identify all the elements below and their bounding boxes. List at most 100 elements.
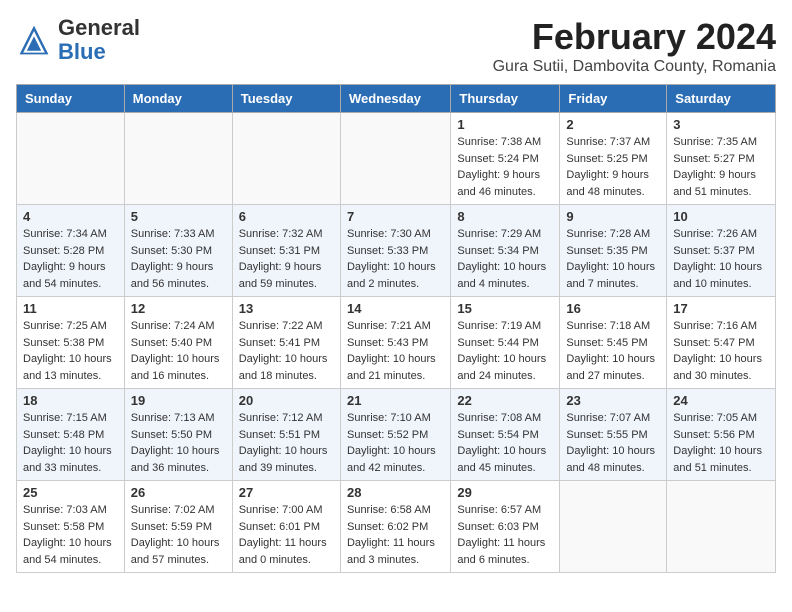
weekday-header-tuesday: Tuesday	[232, 85, 340, 113]
calendar-week-row: 4 Sunrise: 7:34 AM Sunset: 5:28 PM Daylig…	[17, 205, 776, 297]
day-number: 21	[347, 393, 444, 408]
day-info: Sunrise: 7:03 AM Sunset: 5:58 PM Dayligh…	[23, 502, 118, 568]
logo-text: General Blue	[58, 16, 140, 64]
day-cell: 25 Sunrise: 7:03 AM Sunset: 5:58 PM Dayli…	[17, 481, 125, 573]
day-number: 23	[566, 393, 660, 408]
day-number: 7	[347, 209, 444, 224]
day-info: Sunrise: 7:25 AM Sunset: 5:38 PM Dayligh…	[23, 318, 118, 384]
day-info: Sunrise: 7:10 AM Sunset: 5:52 PM Dayligh…	[347, 410, 444, 476]
day-number: 22	[457, 393, 553, 408]
day-number: 17	[673, 301, 769, 316]
day-info: Sunrise: 7:24 AM Sunset: 5:40 PM Dayligh…	[131, 318, 226, 384]
day-number: 15	[457, 301, 553, 316]
day-number: 9	[566, 209, 660, 224]
day-info: Sunrise: 7:05 AM Sunset: 5:56 PM Dayligh…	[673, 410, 769, 476]
calendar-week-row: 18Sunrise: 7:15 AM Sunset: 5:48 PM Dayli…	[17, 389, 776, 481]
day-info: Sunrise: 7:08 AM Sunset: 5:54 PM Dayligh…	[457, 410, 553, 476]
day-cell: 7 Sunrise: 7:30 AM Sunset: 5:33 PM Daylig…	[340, 205, 450, 297]
day-info: Sunrise: 7:13 AM Sunset: 5:50 PM Dayligh…	[131, 410, 226, 476]
day-cell: 11 Sunrise: 7:25 AM Sunset: 5:38 PM Dayli…	[17, 297, 125, 389]
day-number: 6	[239, 209, 334, 224]
logo-blue: Blue	[58, 39, 106, 64]
day-number: 5	[131, 209, 226, 224]
day-cell: 12 Sunrise: 7:24 AM Sunset: 5:40 PM Dayli…	[124, 297, 232, 389]
empty-cell	[124, 113, 232, 205]
day-info: Sunrise: 7:28 AM Sunset: 5:35 PM Dayligh…	[566, 226, 660, 292]
calendar-week-row: 1Sunrise: 7:38 AM Sunset: 5:24 PM Daylig…	[17, 113, 776, 205]
day-info: Sunrise: 7:37 AM Sunset: 5:25 PM Dayligh…	[566, 134, 660, 200]
day-number: 11	[23, 301, 118, 316]
day-number: 4	[23, 209, 118, 224]
calendar-week-row: 11 Sunrise: 7:25 AM Sunset: 5:38 PM Dayli…	[17, 297, 776, 389]
empty-cell	[340, 113, 450, 205]
day-cell: 1Sunrise: 7:38 AM Sunset: 5:24 PM Daylig…	[451, 113, 560, 205]
day-info: Sunrise: 7:26 AM Sunset: 5:37 PM Dayligh…	[673, 226, 769, 292]
day-cell: 9 Sunrise: 7:28 AM Sunset: 5:35 PM Daylig…	[560, 205, 667, 297]
day-info: Sunrise: 7:32 AM Sunset: 5:31 PM Dayligh…	[239, 226, 334, 292]
logo-general: General	[58, 15, 140, 40]
day-info: Sunrise: 7:07 AM Sunset: 5:55 PM Dayligh…	[566, 410, 660, 476]
day-info: Sunrise: 7:35 AM Sunset: 5:27 PM Dayligh…	[673, 134, 769, 200]
day-info: Sunrise: 7:30 AM Sunset: 5:33 PM Dayligh…	[347, 226, 444, 292]
calendar-week-row: 25 Sunrise: 7:03 AM Sunset: 5:58 PM Dayli…	[17, 481, 776, 573]
day-info: Sunrise: 7:12 AM Sunset: 5:51 PM Dayligh…	[239, 410, 334, 476]
day-number: 8	[457, 209, 553, 224]
day-number: 27	[239, 485, 334, 500]
day-cell: 27 Sunrise: 7:00 AM Sunset: 6:01 PM Dayli…	[232, 481, 340, 573]
empty-cell	[667, 481, 776, 573]
day-cell: 22 Sunrise: 7:08 AM Sunset: 5:54 PM Dayli…	[451, 389, 560, 481]
day-cell: 3 Sunrise: 7:35 AM Sunset: 5:27 PM Daylig…	[667, 113, 776, 205]
day-number: 25	[23, 485, 118, 500]
day-number: 29	[457, 485, 553, 500]
day-info: Sunrise: 7:16 AM Sunset: 5:47 PM Dayligh…	[673, 318, 769, 384]
day-info: Sunrise: 6:58 AM Sunset: 6:02 PM Dayligh…	[347, 502, 444, 568]
logo-icon	[16, 22, 52, 58]
location-title: Gura Sutii, Dambovita County, Romania	[493, 58, 776, 76]
calendar-table: SundayMondayTuesdayWednesdayThursdayFrid…	[16, 84, 776, 573]
day-cell: 17 Sunrise: 7:16 AM Sunset: 5:47 PM Dayli…	[667, 297, 776, 389]
day-cell: 18Sunrise: 7:15 AM Sunset: 5:48 PM Dayli…	[17, 389, 125, 481]
day-number: 28	[347, 485, 444, 500]
day-info: Sunrise: 7:02 AM Sunset: 5:59 PM Dayligh…	[131, 502, 226, 568]
day-info: Sunrise: 6:57 AM Sunset: 6:03 PM Dayligh…	[457, 502, 553, 568]
day-cell: 2 Sunrise: 7:37 AM Sunset: 5:25 PM Daylig…	[560, 113, 667, 205]
day-cell: 26Sunrise: 7:02 AM Sunset: 5:59 PM Dayli…	[124, 481, 232, 573]
day-info: Sunrise: 7:00 AM Sunset: 6:01 PM Dayligh…	[239, 502, 334, 568]
weekday-header-monday: Monday	[124, 85, 232, 113]
day-number: 2	[566, 117, 660, 132]
logo: General Blue	[16, 16, 140, 64]
day-cell: 20 Sunrise: 7:12 AM Sunset: 5:51 PM Dayli…	[232, 389, 340, 481]
day-cell: 6 Sunrise: 7:32 AM Sunset: 5:31 PM Daylig…	[232, 205, 340, 297]
day-info: Sunrise: 7:22 AM Sunset: 5:41 PM Dayligh…	[239, 318, 334, 384]
day-info: Sunrise: 7:33 AM Sunset: 5:30 PM Dayligh…	[131, 226, 226, 292]
day-cell: 24 Sunrise: 7:05 AM Sunset: 5:56 PM Dayli…	[667, 389, 776, 481]
day-cell: 29 Sunrise: 6:57 AM Sunset: 6:03 PM Dayli…	[451, 481, 560, 573]
day-info: Sunrise: 7:18 AM Sunset: 5:45 PM Dayligh…	[566, 318, 660, 384]
day-cell: 28 Sunrise: 6:58 AM Sunset: 6:02 PM Dayli…	[340, 481, 450, 573]
day-number: 19	[131, 393, 226, 408]
title-area: February 2024 Gura Sutii, Dambovita Coun…	[493, 16, 776, 76]
day-number: 1	[457, 117, 553, 132]
page-header: General Blue February 2024 Gura Sutii, D…	[16, 16, 776, 76]
day-number: 24	[673, 393, 769, 408]
day-number: 14	[347, 301, 444, 316]
day-info: Sunrise: 7:34 AM Sunset: 5:28 PM Dayligh…	[23, 226, 118, 292]
day-number: 20	[239, 393, 334, 408]
day-info: Sunrise: 7:15 AM Sunset: 5:48 PM Dayligh…	[23, 410, 118, 476]
weekday-header-row: SundayMondayTuesdayWednesdayThursdayFrid…	[17, 85, 776, 113]
empty-cell	[17, 113, 125, 205]
day-cell: 19 Sunrise: 7:13 AM Sunset: 5:50 PM Dayli…	[124, 389, 232, 481]
day-info: Sunrise: 7:29 AM Sunset: 5:34 PM Dayligh…	[457, 226, 553, 292]
weekday-header-thursday: Thursday	[451, 85, 560, 113]
day-cell: 5 Sunrise: 7:33 AM Sunset: 5:30 PM Daylig…	[124, 205, 232, 297]
day-number: 12	[131, 301, 226, 316]
day-number: 13	[239, 301, 334, 316]
day-number: 3	[673, 117, 769, 132]
day-cell: 14Sunrise: 7:21 AM Sunset: 5:43 PM Dayli…	[340, 297, 450, 389]
day-cell: 13 Sunrise: 7:22 AM Sunset: 5:41 PM Dayli…	[232, 297, 340, 389]
empty-cell	[232, 113, 340, 205]
day-cell: 21 Sunrise: 7:10 AM Sunset: 5:52 PM Dayli…	[340, 389, 450, 481]
day-cell: 8 Sunrise: 7:29 AM Sunset: 5:34 PM Daylig…	[451, 205, 560, 297]
day-cell: 15Sunrise: 7:19 AM Sunset: 5:44 PM Dayli…	[451, 297, 560, 389]
weekday-header-friday: Friday	[560, 85, 667, 113]
